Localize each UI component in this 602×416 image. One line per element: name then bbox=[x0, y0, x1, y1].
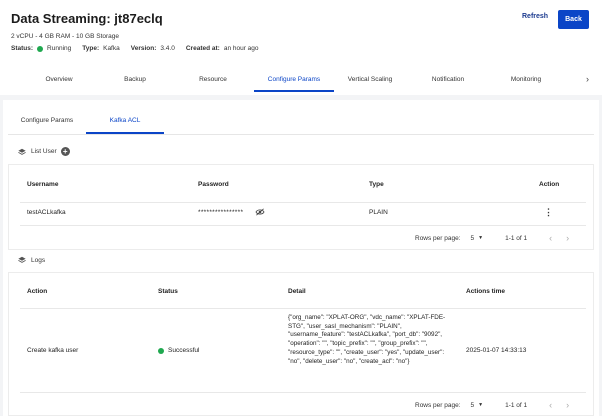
status-value: Running bbox=[47, 45, 72, 52]
rows-per-page-label: Rows per page: bbox=[415, 234, 461, 242]
logs-header-divider bbox=[20, 308, 586, 309]
created-label: Created at: bbox=[185, 45, 220, 52]
version-value: 3.4.0 bbox=[160, 45, 175, 52]
user-row-divider bbox=[20, 225, 586, 226]
list-user-header: List User + bbox=[18, 147, 70, 156]
back-button[interactable]: Back bbox=[558, 10, 589, 29]
refresh-button[interactable]: Refresh bbox=[522, 13, 548, 20]
log-time: 2025-01-07 14:33:13 bbox=[466, 347, 527, 354]
tab-backup[interactable]: Backup bbox=[115, 70, 155, 92]
rows-per-page-value: 5 bbox=[470, 234, 475, 242]
instance-spec: 2 vCPU - 4 GB RAM - 10 GB Storage bbox=[11, 33, 120, 40]
layers-icon bbox=[18, 256, 26, 263]
add-user-icon[interactable]: + bbox=[60, 147, 70, 156]
page-range: 1-1 of 1 bbox=[505, 234, 528, 242]
log-status: Successful bbox=[158, 347, 199, 354]
user-pagination: Rows per page: 5 ▼ 1-1 of 1 ‹ › bbox=[415, 233, 569, 243]
subtab-configure-params[interactable]: Configure Params bbox=[12, 114, 82, 134]
main-tabs: Overview Backup Resource Configure Param… bbox=[0, 70, 602, 92]
logs-row-divider bbox=[20, 392, 586, 393]
caret-down-icon: ▼ bbox=[478, 402, 484, 408]
page-range: 1-1 of 1 bbox=[505, 401, 528, 409]
col-type: Type bbox=[369, 181, 384, 188]
col-password: Password bbox=[198, 181, 229, 188]
next-page-icon[interactable]: › bbox=[566, 400, 569, 410]
tab-monitoring[interactable]: Monitoring bbox=[500, 70, 552, 92]
status-dot-icon bbox=[158, 347, 164, 354]
col-username: Username bbox=[27, 181, 59, 188]
col-log-time: Actions time bbox=[466, 288, 506, 295]
tab-overview[interactable]: Overview bbox=[36, 70, 82, 92]
list-user-title: List User bbox=[31, 148, 57, 155]
user-username: testACLkafka bbox=[27, 209, 66, 216]
next-page-icon[interactable]: › bbox=[566, 233, 569, 243]
layers-icon bbox=[18, 148, 26, 155]
log-action: Create kafka user bbox=[27, 347, 79, 354]
log-detail: {"org_name": "XPLAT-ORG", "vdc_name": "X… bbox=[288, 314, 446, 365]
created-value: an hour ago bbox=[223, 45, 259, 52]
tab-notification[interactable]: Notification bbox=[420, 70, 476, 92]
col-log-detail: Detail bbox=[288, 288, 306, 295]
rows-per-page-select[interactable]: 5 ▼ bbox=[471, 235, 484, 242]
logs-pagination: Rows per page: 5 ▼ 1-1 of 1 ‹ › bbox=[415, 400, 569, 410]
rows-per-page-select[interactable]: 5 ▼ bbox=[471, 402, 484, 409]
type-value: Kafka bbox=[103, 45, 120, 52]
tab-resource[interactable]: Resource bbox=[190, 70, 236, 92]
eye-off-icon[interactable] bbox=[255, 208, 265, 216]
page-header: Data Streaming: jt87eclq 2 vCPU - 4 GB R… bbox=[0, 0, 602, 95]
row-actions-icon[interactable]: ⋮ bbox=[544, 207, 553, 218]
col-log-status: Status bbox=[158, 288, 178, 295]
user-type: PLAIN bbox=[369, 209, 388, 216]
rows-per-page-label: Rows per page: bbox=[415, 401, 461, 409]
prev-page-icon[interactable]: ‹ bbox=[549, 400, 552, 410]
col-log-action: Action bbox=[27, 288, 48, 295]
rows-per-page-value: 5 bbox=[470, 401, 475, 409]
version-label: Version: bbox=[130, 45, 157, 52]
type-label: Type: bbox=[82, 45, 100, 52]
subtab-kafka-acl[interactable]: Kafka ACL bbox=[86, 114, 164, 134]
prev-page-icon[interactable]: ‹ bbox=[549, 233, 552, 243]
logs-header: Logs bbox=[18, 256, 45, 264]
status-label: Status: bbox=[11, 45, 34, 52]
col-action: Action bbox=[539, 181, 560, 188]
user-header-divider bbox=[20, 202, 586, 203]
caret-down-icon: ▼ bbox=[478, 235, 484, 241]
tab-vertical-scaling[interactable]: Vertical Scaling bbox=[340, 70, 400, 92]
tab-configure-params[interactable]: Configure Params bbox=[254, 70, 334, 92]
instance-meta: Status: Running Type: Kafka Version: 3.4… bbox=[11, 45, 270, 52]
status-dot-icon bbox=[37, 45, 44, 52]
subtab-divider bbox=[8, 134, 594, 135]
logs-title: Logs bbox=[31, 256, 46, 264]
page-title: Data Streaming: jt87eclq bbox=[11, 11, 163, 26]
log-status-value: Successful bbox=[168, 347, 200, 354]
tabs-scroll-right-icon[interactable]: › bbox=[586, 74, 589, 84]
user-password: **************** bbox=[198, 209, 244, 216]
